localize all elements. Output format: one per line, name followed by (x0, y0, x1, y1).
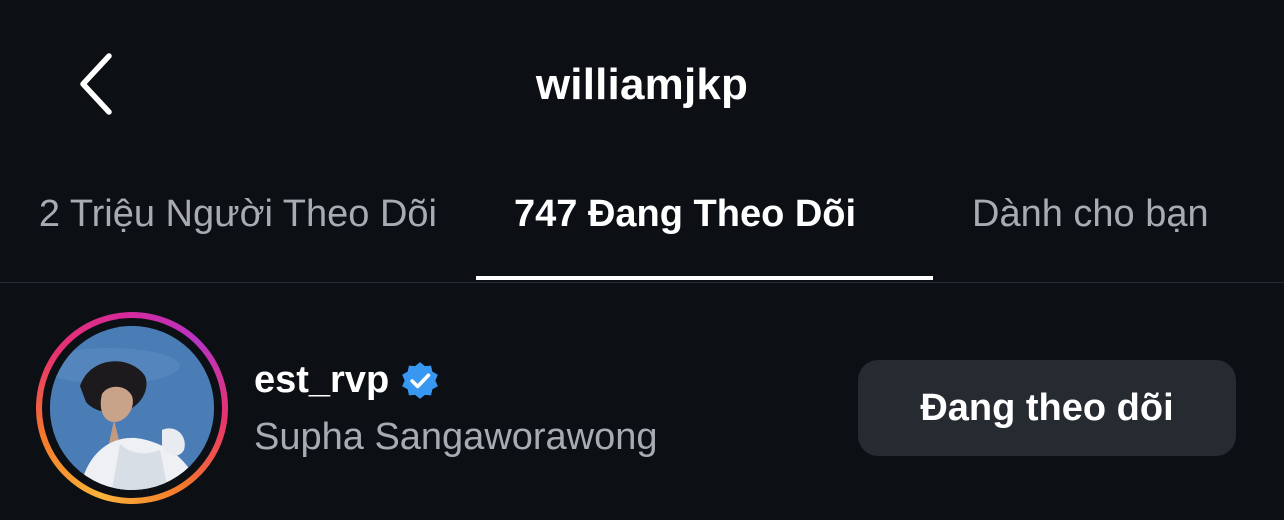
following-screen: williamjkp 2 Triệu Người Theo Dõi 747 Đa… (0, 0, 1284, 520)
full-name: Supha Sangaworawong (254, 416, 658, 458)
tab-following[interactable]: 747 Đang Theo Dõi (514, 193, 856, 236)
avatar-story-ring[interactable] (36, 312, 228, 504)
top-bar: williamjkp (0, 0, 1284, 175)
verified-badge-icon (402, 361, 439, 399)
following-button[interactable]: Đang theo dõi (858, 360, 1236, 456)
tab-for-you[interactable]: Dành cho bạn (972, 193, 1209, 236)
active-tab-indicator (476, 276, 933, 280)
list-item[interactable]: est_rvp Supha Sangaworawong Đang theo dõ… (0, 283, 1284, 520)
tab-bar: 2 Triệu Người Theo Dõi 747 Đang Theo Dõi… (0, 175, 1284, 283)
username-line[interactable]: est_rvp (254, 359, 441, 402)
tab-followers[interactable]: 2 Triệu Người Theo Dõi (39, 193, 437, 236)
avatar-photo (50, 326, 214, 490)
avatar (50, 326, 214, 490)
username: est_rvp (254, 359, 390, 401)
page-title: williamjkp (535, 60, 749, 109)
